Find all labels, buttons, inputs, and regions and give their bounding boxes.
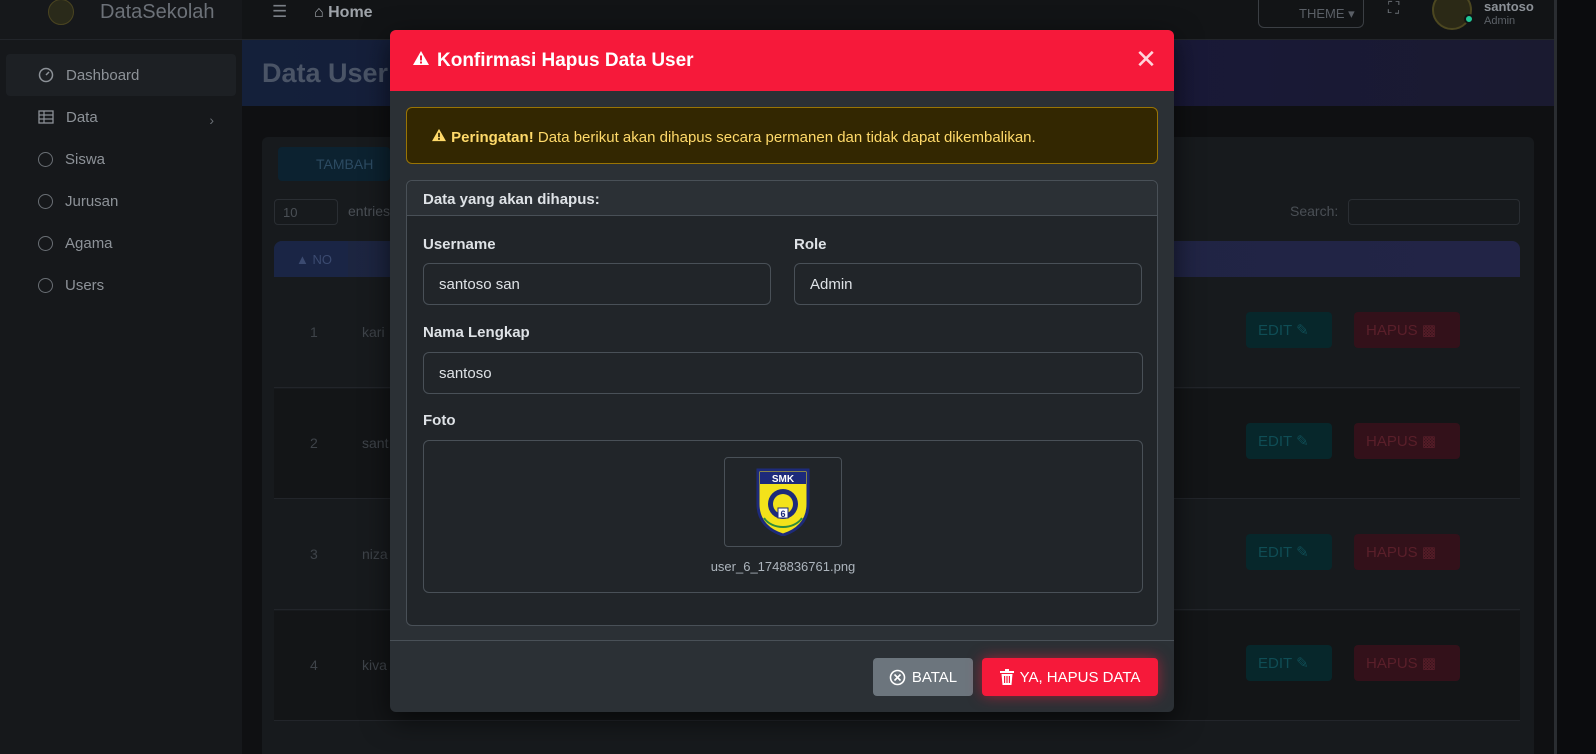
logo-text: SMK	[772, 474, 795, 485]
user-photo: SMK 6	[724, 457, 842, 547]
modal-body: Peringatan! Data berikut akan dihapus se…	[390, 91, 1174, 641]
fullname-field[interactable]: santoso	[423, 352, 1143, 394]
cancel-label: BATAL	[911, 668, 958, 686]
confirm-delete-label: YA, HAPUS DATA	[1019, 668, 1141, 686]
school-logo-icon: SMK 6	[756, 468, 810, 536]
app-root: DataSekolah Dashboard Data › Siswa Jurus…	[0, 0, 1596, 754]
logo-number: 6	[780, 509, 785, 519]
username-field[interactable]: santoso san	[423, 263, 771, 305]
alert-title: Peringatan!	[451, 129, 534, 146]
close-icon[interactable]: ✕	[1132, 46, 1160, 74]
modal-title-text: Konfirmasi Hapus Data User	[437, 49, 694, 71]
modal-title: Konfirmasi Hapus Data User	[412, 50, 694, 72]
warning-alert: Peringatan! Data berikut akan dihapus se…	[406, 107, 1158, 164]
username-label: Username	[423, 236, 496, 253]
panel-title: Data yang akan dihapus:	[407, 181, 1157, 216]
alert-text: Data berikut akan dihapus secara permane…	[537, 129, 1036, 146]
photo-box: SMK 6 user_6_1748836761.png	[423, 440, 1143, 593]
delete-confirm-modal: Konfirmasi Hapus Data User ✕ Peringatan!…	[390, 30, 1174, 712]
photo-filename: user_6_1748836761.png	[710, 559, 856, 574]
trash-icon	[999, 669, 1014, 685]
confirm-delete-button[interactable]: YA, HAPUS DATA	[982, 658, 1158, 696]
photo-label: Foto	[423, 412, 456, 429]
warning-triangle-icon	[412, 50, 430, 71]
role-label: Role	[794, 236, 827, 253]
fullname-label: Nama Lengkap	[423, 324, 530, 341]
cancel-button[interactable]: BATAL	[873, 658, 973, 696]
role-field[interactable]: Admin	[794, 263, 1142, 305]
data-panel: Data yang akan dihapus: Username santoso…	[406, 180, 1158, 626]
warning-triangle-icon	[431, 128, 451, 146]
circle-x-icon	[889, 669, 906, 686]
modal-footer: BATAL YA, HAPUS DATA	[390, 640, 1174, 712]
modal-header: Konfirmasi Hapus Data User ✕	[390, 30, 1174, 91]
